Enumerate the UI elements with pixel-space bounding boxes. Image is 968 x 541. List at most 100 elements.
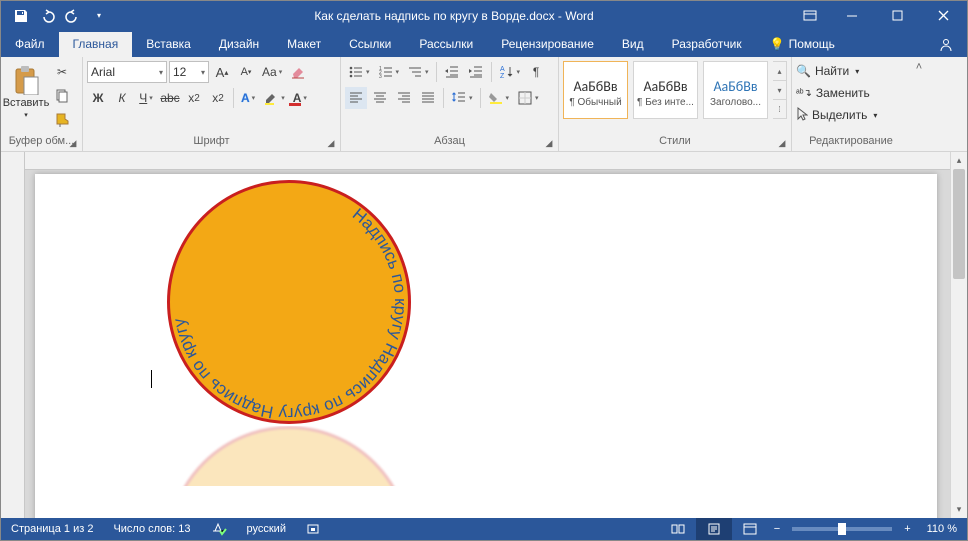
page-scroll-region[interactable]: Надпись по кругу Надпись по кругу Надпис… xyxy=(25,170,950,518)
maximize-button[interactable] xyxy=(875,1,921,30)
italic-icon[interactable]: К xyxy=(111,87,133,109)
style-name: ¶ Без инте... xyxy=(637,97,694,108)
align-left-icon[interactable] xyxy=(345,87,367,109)
find-button[interactable]: 🔍 Найти ▾ xyxy=(796,61,883,81)
zoom-slider-handle[interactable] xyxy=(838,523,846,535)
font-dialog-launcher-icon[interactable]: ◢ xyxy=(324,136,338,150)
group-clipboard: Вставить ▾ ✂ Буфер обм... ◢ xyxy=(1,57,83,151)
style-no-spacing[interactable]: АаБбВв ¶ Без инте... xyxy=(633,61,698,119)
tellme-label: Помощь xyxy=(789,32,835,57)
copy-icon[interactable] xyxy=(51,85,73,107)
font-size-combobox[interactable]: 12▾ xyxy=(169,61,209,83)
clipboard-dialog-launcher-icon[interactable]: ◢ xyxy=(66,136,80,150)
web-layout-icon[interactable] xyxy=(732,518,768,540)
tab-design[interactable]: Дизайн xyxy=(205,32,273,57)
wordart-reflection xyxy=(167,426,411,486)
justify-icon[interactable] xyxy=(417,87,439,109)
zoom-slider[interactable] xyxy=(792,527,892,531)
numbering-icon[interactable]: 123 xyxy=(375,61,403,83)
show-marks-icon[interactable]: ¶ xyxy=(525,61,547,83)
document-page[interactable]: Надпись по кругу Надпись по кругу Надпис… xyxy=(35,174,937,518)
paste-dropdown-icon: ▾ xyxy=(24,111,28,119)
shrink-font-icon[interactable]: A▾ xyxy=(235,61,257,83)
tab-review[interactable]: Рецензирование xyxy=(487,32,608,57)
highlight-icon[interactable] xyxy=(260,87,288,109)
underline-icon[interactable]: Ч xyxy=(135,87,157,109)
select-button[interactable]: Выделить ▾ xyxy=(796,105,883,125)
shading-icon[interactable] xyxy=(485,87,513,109)
share-icon[interactable] xyxy=(931,32,961,57)
strikethrough-icon[interactable]: abc xyxy=(159,87,181,109)
scroll-track[interactable] xyxy=(951,169,967,501)
search-icon: 🔍 xyxy=(796,64,811,78)
scroll-thumb[interactable] xyxy=(953,169,965,279)
word-count[interactable]: Число слов: 13 xyxy=(103,518,200,540)
format-painter-icon[interactable] xyxy=(51,109,73,131)
tab-developer[interactable]: Разработчик xyxy=(658,32,756,57)
font-name-value: Arial xyxy=(91,65,115,79)
multilevel-list-icon[interactable] xyxy=(404,61,432,83)
tab-layout[interactable]: Макет xyxy=(273,32,335,57)
style-heading1[interactable]: АаБбВв Заголово... xyxy=(703,61,768,119)
read-mode-icon[interactable] xyxy=(660,518,696,540)
vertical-scrollbar[interactable]: ▴ ▾ xyxy=(950,152,967,518)
tab-view[interactable]: Вид xyxy=(608,32,658,57)
zoom-level[interactable]: 110 % xyxy=(917,518,967,540)
spellcheck-icon[interactable] xyxy=(201,518,237,540)
increase-indent-icon[interactable] xyxy=(465,61,487,83)
paragraph-dialog-launcher-icon[interactable]: ◢ xyxy=(542,136,556,150)
minimize-button[interactable] xyxy=(829,1,875,30)
font-color-icon[interactable]: A xyxy=(290,87,310,109)
bullets-icon[interactable] xyxy=(345,61,373,83)
print-layout-icon[interactable] xyxy=(696,518,732,540)
qat-customize-icon[interactable]: ▾ xyxy=(87,4,111,28)
change-case-icon[interactable]: Aa xyxy=(259,61,285,83)
tab-mailings[interactable]: Рассылки xyxy=(405,32,487,57)
style-normal[interactable]: АаБбВв ¶ Обычный xyxy=(563,61,628,119)
align-right-icon[interactable] xyxy=(393,87,415,109)
styles-down-icon[interactable]: ▾ xyxy=(773,80,786,99)
styles-more-icon[interactable]: ⁞ xyxy=(773,99,786,118)
vertical-ruler[interactable] xyxy=(1,152,25,518)
undo-icon[interactable] xyxy=(35,4,59,28)
align-center-icon[interactable] xyxy=(369,87,391,109)
bold-icon[interactable]: Ж xyxy=(87,87,109,109)
scroll-down-icon[interactable]: ▾ xyxy=(951,501,967,518)
tab-home[interactable]: Главная xyxy=(59,32,133,57)
document-area: Надпись по кругу Надпись по кругу Надпис… xyxy=(1,152,967,518)
zoom-out-button[interactable]: − xyxy=(768,518,786,540)
collapse-ribbon-icon[interactable]: ˄ xyxy=(916,61,922,73)
zoom-in-button[interactable]: + xyxy=(898,518,916,540)
page-indicator[interactable]: Страница 1 из 2 xyxy=(1,518,103,540)
close-button[interactable] xyxy=(921,1,967,30)
decrease-indent-icon[interactable] xyxy=(441,61,463,83)
wordart-circular-text[interactable]: Надпись по кругу Надпись по кругу Надпис… xyxy=(153,170,425,438)
tellme-search[interactable]: 💡 Помощь xyxy=(756,32,849,57)
macro-recording-icon[interactable] xyxy=(296,518,330,540)
sort-icon[interactable]: AZ xyxy=(496,61,524,83)
scroll-up-icon[interactable]: ▴ xyxy=(951,152,967,169)
save-icon[interactable] xyxy=(9,4,33,28)
chevron-down-icon: ▾ xyxy=(197,68,205,77)
font-name-combobox[interactable]: Arial▾ xyxy=(87,61,167,83)
subscript-icon[interactable]: x2 xyxy=(183,87,205,109)
line-spacing-icon[interactable] xyxy=(448,87,476,109)
tab-references[interactable]: Ссылки xyxy=(335,32,405,57)
styles-up-icon[interactable]: ▴ xyxy=(773,62,786,80)
group-font-label: Шрифт xyxy=(87,134,336,151)
replace-button[interactable]: ᵃᵇ↴ Заменить xyxy=(796,83,883,103)
superscript-icon[interactable]: x2 xyxy=(207,87,229,109)
paste-button[interactable]: Вставить ▾ xyxy=(5,59,47,125)
language-indicator[interactable]: русский xyxy=(237,518,296,540)
styles-dialog-launcher-icon[interactable]: ◢ xyxy=(775,136,789,150)
horizontal-ruler[interactable] xyxy=(25,152,950,170)
tab-insert[interactable]: Вставка xyxy=(132,32,205,57)
cut-icon[interactable]: ✂ xyxy=(51,61,73,83)
ribbon-options-icon[interactable] xyxy=(797,4,823,28)
borders-icon[interactable] xyxy=(514,87,542,109)
redo-icon[interactable] xyxy=(61,4,85,28)
clear-formatting-icon[interactable] xyxy=(287,61,309,83)
grow-font-icon[interactable]: A▴ xyxy=(211,61,233,83)
text-effects-icon[interactable]: A xyxy=(238,87,258,109)
tab-file[interactable]: Файл xyxy=(1,32,59,57)
